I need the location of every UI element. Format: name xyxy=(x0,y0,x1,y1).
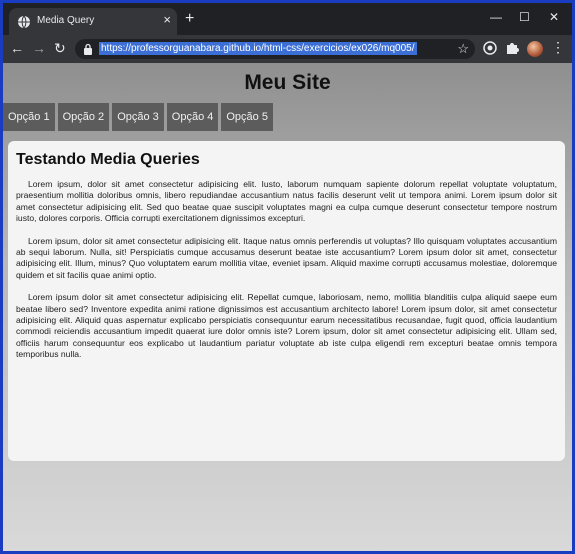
minimize-button[interactable]: — xyxy=(490,10,502,24)
globe-icon xyxy=(18,15,30,29)
article-paragraph: Lorem ipsum, dolor sit amet consectetur … xyxy=(16,179,557,224)
lock-icon[interactable] xyxy=(83,43,93,55)
article-paragraph: Lorem ipsum, dolor sit amet consectetur … xyxy=(16,235,557,280)
menu-item-opcao-1[interactable]: Opção 1 xyxy=(3,103,55,131)
menu-item-opcao-2[interactable]: Opção 2 xyxy=(57,103,110,131)
reload-button[interactable]: ↻ xyxy=(54,40,66,56)
star-icon[interactable]: ☆ xyxy=(457,41,469,57)
menu-item-opcao-3[interactable]: Opção 3 xyxy=(112,103,164,131)
page-viewport: Meu Site Opção 1 Opção 2 Opção 3 Opção 4… xyxy=(3,63,572,551)
tab-close-icon[interactable]: × xyxy=(163,12,171,28)
menu-item-opcao-4[interactable]: Opção 4 xyxy=(166,103,219,131)
menu-item-opcao-5[interactable]: Opção 5 xyxy=(221,103,273,131)
back-button[interactable]: ← xyxy=(10,40,24,56)
address-bar[interactable]: https://professorguanabara.github.io/htm… xyxy=(75,39,475,59)
close-window-button[interactable]: ✕ xyxy=(549,10,559,24)
new-tab-button[interactable]: + xyxy=(185,11,194,27)
extension-icon[interactable] xyxy=(483,41,497,55)
puzzle-icon[interactable] xyxy=(505,41,519,55)
article-paragraph: Lorem ipsum dolor sit amet consectetur a… xyxy=(16,292,557,360)
url-text[interactable]: https://professorguanabara.github.io/htm… xyxy=(99,42,417,55)
browser-toolbar: ← → ↻ https://professorguanabara.github.… xyxy=(3,35,572,63)
avatar[interactable] xyxy=(527,41,543,57)
browser-window: Media Query × + — ☐ ✕ ← → ↻ https://prof… xyxy=(3,3,572,551)
forward-button[interactable]: → xyxy=(32,40,46,56)
tab-media-query[interactable]: Media Query × xyxy=(9,8,177,35)
main-article: Testando Media Queries Lorem ipsum, dolo… xyxy=(8,141,565,461)
tab-strip: Media Query × + — ☐ ✕ xyxy=(3,3,572,35)
site-title: Meu Site xyxy=(244,71,331,94)
nav-menu: Opção 1 Opção 2 Opção 3 Opção 4 Opção 5 xyxy=(3,103,273,131)
maximize-button[interactable]: ☐ xyxy=(519,10,530,24)
tab-title: Media Query xyxy=(37,15,95,26)
menu-dots-icon[interactable]: ⋮ xyxy=(551,39,565,55)
article-title: Testando Media Queries xyxy=(16,151,200,168)
